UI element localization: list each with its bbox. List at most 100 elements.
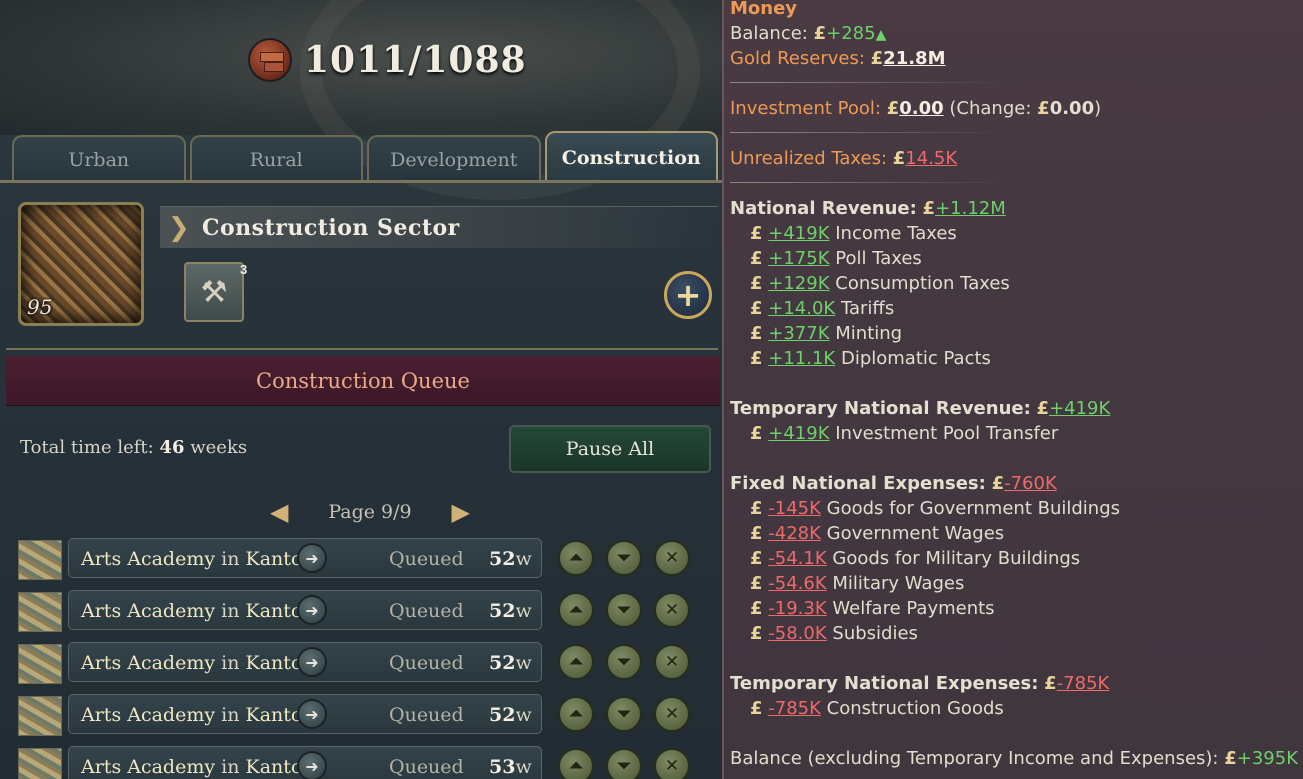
tab-rural[interactable]: Rural — [189, 135, 363, 183]
construction-points-stat[interactable]: 1011/1088 — [248, 38, 527, 82]
building-thumbnail[interactable] — [18, 644, 62, 684]
balance-excluding-value: +395K — [1236, 748, 1299, 769]
queue-item-name: Arts Academy in Kanto — [81, 548, 302, 570]
revenue-item: £ +175K Poll Taxes — [750, 248, 922, 269]
expense-item: £ -54.6K Military Wages — [750, 573, 964, 594]
cancel-icon[interactable]: ✕ — [654, 592, 690, 628]
revenue-item: £ +377K Minting — [750, 323, 902, 344]
balance-value: +285 — [826, 23, 876, 44]
weeks-value: 52 — [489, 704, 516, 726]
fixed-expenses-value[interactable]: -760K — [1004, 473, 1057, 494]
building-name: Arts Academy — [81, 600, 216, 622]
in-word: in — [221, 548, 240, 570]
revenue-item-value[interactable]: +129K — [768, 273, 829, 294]
divider — [730, 182, 1010, 183]
production-method-icon[interactable]: ⚒ — [184, 262, 244, 322]
move-down-icon[interactable]: ⏷ — [606, 748, 642, 779]
revenue-item-value[interactable]: +419K — [768, 223, 829, 244]
queue-item[interactable]: Arts Academy in Kanto ➜ Queued 53w — [68, 746, 542, 779]
move-up-icon[interactable]: ⏶ — [558, 644, 594, 680]
balance-excluding-line: Balance (excluding Temporary Income and … — [730, 748, 1298, 769]
move-up-icon[interactable]: ⏶ — [558, 748, 594, 779]
queue-row: Arts Academy in Kanto ➜ Queued 52w ⏶ ⏷ ✕ — [12, 694, 718, 746]
temporary-expenses-line: Temporary National Expenses: £-785K — [730, 673, 1109, 694]
queue-item[interactable]: Arts Academy in Kanto ➜ Queued 52w — [68, 642, 542, 682]
pound-icon: £ — [750, 573, 763, 594]
revenue-item-value[interactable]: +11.1K — [768, 348, 835, 369]
move-up-icon[interactable]: ⏶ — [558, 592, 594, 628]
balance-excluding-label: Balance (excluding Temporary Income and … — [730, 748, 1219, 769]
move-up-icon[interactable]: ⏶ — [558, 696, 594, 732]
temporary-expenses-value[interactable]: -785K — [1057, 673, 1110, 694]
weeks-unit: w — [515, 548, 532, 570]
revenue-item-value[interactable]: +377K — [768, 323, 829, 344]
queue-item[interactable]: Arts Academy in Kanto ➜ Queued 52w — [68, 538, 542, 578]
move-down-icon[interactable]: ⏷ — [606, 644, 642, 680]
expense-item-value[interactable]: -19.3K — [768, 598, 826, 619]
expense-item-value[interactable]: -428K — [768, 523, 821, 544]
queue-weeks: 52w — [489, 548, 532, 570]
queue-item[interactable]: Arts Academy in Kanto ➜ Queued 52w — [68, 694, 542, 734]
next-page-icon[interactable]: ▶ — [452, 498, 470, 526]
move-up-icon[interactable]: ⏶ — [558, 540, 594, 576]
temporary-expense-item-label: Construction Goods — [826, 698, 1004, 719]
national-revenue-value[interactable]: +1.12M — [935, 198, 1006, 219]
queue-status: Queued — [389, 756, 464, 778]
pound-icon: £ — [750, 598, 763, 619]
temporary-revenue-item-value[interactable]: +419K — [768, 423, 829, 444]
pound-icon: £ — [991, 473, 1005, 494]
pause-all-button[interactable]: Pause All — [509, 425, 711, 473]
expense-item-value[interactable]: -145K — [768, 498, 821, 519]
cancel-icon[interactable]: ✕ — [654, 644, 690, 680]
queue-item[interactable]: Arts Academy in Kanto ➜ Queued 52w — [68, 590, 542, 630]
cancel-icon[interactable]: ✕ — [654, 748, 690, 779]
state-name: Kanto — [245, 600, 303, 622]
construction-sector-image[interactable]: 95 — [18, 202, 144, 326]
building-thumbnail[interactable] — [18, 748, 62, 779]
temporary-revenue-value[interactable]: +419K — [1049, 398, 1110, 419]
divider — [730, 82, 1010, 83]
prev-page-icon[interactable]: ◀ — [270, 498, 288, 526]
building-thumbnail[interactable] — [18, 696, 62, 736]
expense-item-value[interactable]: -54.6K — [768, 573, 826, 594]
sector-name-bar[interactable]: ❯ Construction Sector — [160, 206, 718, 248]
weeks-value: 52 — [489, 600, 516, 622]
go-to-arrow-icon[interactable]: ➜ — [297, 699, 327, 729]
tab-urban[interactable]: Urban — [12, 135, 186, 183]
building-thumbnail[interactable] — [18, 592, 62, 632]
go-to-arrow-icon[interactable]: ➜ — [297, 647, 327, 677]
gold-reserves-value[interactable]: 21.8M — [883, 48, 945, 69]
weeks-unit: w — [515, 704, 532, 726]
in-word: in — [221, 652, 240, 674]
cancel-icon[interactable]: ✕ — [654, 696, 690, 732]
page-indicator: Page 9/9 — [328, 501, 412, 523]
temporary-expense-item-value[interactable]: -785K — [768, 698, 821, 719]
revenue-item-value[interactable]: +175K — [768, 248, 829, 269]
move-down-icon[interactable]: ⏷ — [606, 696, 642, 732]
time-left-value: 46 — [159, 437, 185, 458]
go-to-arrow-icon[interactable]: ➜ — [297, 751, 327, 779]
temporary-revenue-item-label: Investment Pool Transfer — [835, 423, 1059, 444]
pound-icon: £ — [922, 198, 936, 219]
move-down-icon[interactable]: ⏷ — [606, 540, 642, 576]
tab-development[interactable]: Development — [367, 135, 541, 183]
add-construction-button[interactable]: + — [664, 271, 712, 319]
move-down-icon[interactable]: ⏷ — [606, 592, 642, 628]
go-to-arrow-icon[interactable]: ➜ — [297, 543, 327, 573]
investment-pool-value[interactable]: 0.00 — [899, 98, 943, 119]
unrealized-taxes-value[interactable]: 14.5K — [905, 148, 957, 169]
divider — [6, 348, 718, 354]
expense-item-value[interactable]: -58.0K — [768, 623, 826, 644]
queue-weeks: 52w — [489, 600, 532, 622]
go-to-arrow-icon[interactable]: ➜ — [297, 595, 327, 625]
revenue-item-value[interactable]: +14.0K — [768, 298, 835, 319]
tab-construction[interactable]: Construction — [544, 131, 718, 183]
expense-item-value[interactable]: -54.1K — [768, 548, 826, 569]
pagination: ◀ Page 9/9 ▶ — [270, 496, 470, 528]
expense-item: £ -54.1K Goods for Military Buildings — [750, 548, 1080, 569]
cancel-icon[interactable]: ✕ — [654, 540, 690, 576]
building-thumbnail[interactable] — [18, 540, 62, 580]
trend-up-icon: ▲ — [875, 27, 887, 43]
tab-label: Development — [390, 149, 518, 171]
tab-bar: Urban Rural Development Construction — [12, 131, 718, 183]
